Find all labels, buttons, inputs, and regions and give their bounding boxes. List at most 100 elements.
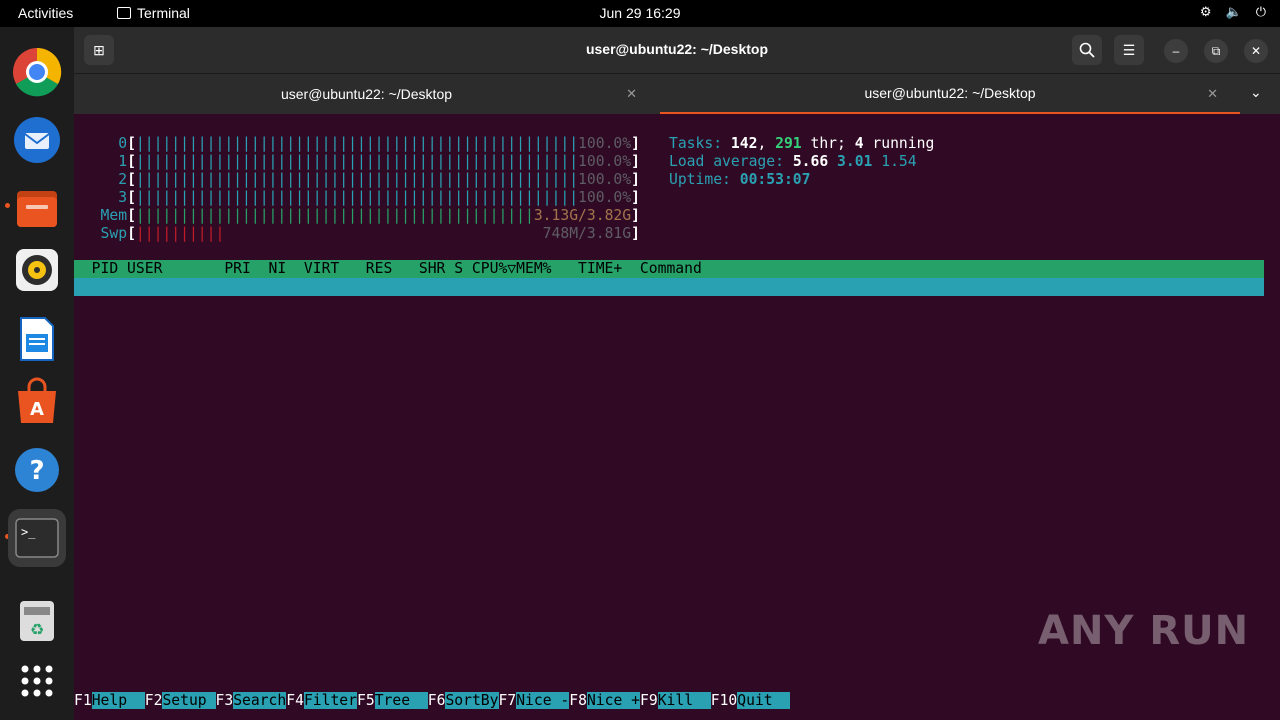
- meter-bracket: ]: [631, 189, 640, 206]
- chrome-icon[interactable]: [12, 47, 62, 97]
- minimize-icon: –: [1172, 44, 1180, 58]
- libreoffice-writer-icon[interactable]: [12, 314, 62, 364]
- help-icon[interactable]: ?: [12, 445, 62, 495]
- app-center-icon[interactable]: A: [12, 377, 62, 427]
- fkey-label[interactable]: Nice -: [516, 692, 570, 709]
- tasks-line: Tasks: 142, 291 thr; 4 running: [669, 135, 935, 152]
- tab-bar: user@ubuntu22: ~/Desktop ✕ user@ubuntu22…: [74, 74, 1280, 114]
- cpu-bar: ||||||||||||||||||||||||||||||||||||||||…: [135, 189, 579, 206]
- cpu-percent: 100.0%: [578, 189, 632, 206]
- swap-label: Swp: [74, 225, 128, 242]
- fkey-f4[interactable]: F4: [286, 692, 304, 709]
- fkey-f8[interactable]: F8: [569, 692, 587, 709]
- fkey-f9[interactable]: F9: [640, 692, 658, 709]
- hamburger-icon: ☰: [1122, 41, 1136, 58]
- mem-label: Mem: [74, 207, 128, 224]
- fkey-label[interactable]: Setup: [162, 692, 216, 709]
- thunderbird-icon[interactable]: [12, 115, 62, 165]
- cpu-percent: 100.0%: [578, 153, 632, 170]
- maximize-icon: ⧉: [1211, 43, 1221, 58]
- power-icon[interactable]: ⏻: [1256, 4, 1266, 20]
- fkey-f2[interactable]: F2: [145, 692, 163, 709]
- cpu-id: 2: [74, 171, 128, 188]
- meter-bracket: [: [127, 225, 136, 242]
- cpu-percent: 100.0%: [578, 171, 632, 188]
- header-text: PID USER PRI NI VIRT RES SHR S CPU%▽MEM%…: [74, 260, 702, 277]
- fkey-f3[interactable]: F3: [216, 692, 234, 709]
- terminal-scrollbar[interactable]: [1264, 114, 1280, 720]
- cpu-meter: 1[||||||||||||||||||||||||||||||||||||||…: [74, 153, 640, 171]
- files-icon[interactable]: [12, 183, 62, 233]
- clock-container: Jun 29 16:29: [0, 5, 1280, 21]
- meter-bracket: [: [127, 207, 136, 224]
- cpu-percent: 100.0%: [578, 135, 632, 152]
- fkey-f5[interactable]: F5: [357, 692, 375, 709]
- fkey-label[interactable]: Search: [233, 692, 287, 709]
- cpu-id: 0: [74, 135, 128, 152]
- close-icon: ✕: [1250, 44, 1262, 58]
- swap-bar: ||||||||||: [135, 225, 225, 242]
- search-button[interactable]: [1072, 35, 1102, 65]
- fkey-label[interactable]: Quit: [737, 692, 791, 709]
- clock[interactable]: Jun 29 16:29: [600, 5, 681, 21]
- tab-close-icon[interactable]: ✕: [626, 86, 637, 102]
- watermark: ANY RUN: [1038, 608, 1250, 654]
- window-titlebar[interactable]: ⊞ user@ubuntu22: ~/Desktop ☰ – ⧉ ✕: [74, 27, 1280, 74]
- rhythmbox-icon[interactable]: [12, 245, 62, 295]
- fkey-f6[interactable]: F6: [428, 692, 446, 709]
- mem-value: 3.13G/3.82G: [533, 207, 632, 224]
- cpu-id: 1: [74, 153, 128, 170]
- fkey-label[interactable]: Tree: [374, 692, 428, 709]
- fkey-f7[interactable]: F7: [499, 692, 517, 709]
- minimize-button[interactable]: –: [1164, 39, 1188, 63]
- network-icon[interactable]: ⚙: [1200, 4, 1212, 20]
- svg-text:?: ?: [29, 456, 44, 486]
- tab-1[interactable]: user@ubuntu22: ~/Desktop ✕: [74, 74, 659, 114]
- cpu-meter: 3[||||||||||||||||||||||||||||||||||||||…: [74, 189, 640, 207]
- system-tray[interactable]: ⚙ 🔈 ⏻: [1200, 4, 1266, 20]
- terminal-icon[interactable]: >_: [8, 509, 66, 567]
- meter-bracket: ]: [631, 135, 640, 152]
- cpu-bar: ||||||||||||||||||||||||||||||||||||||||…: [135, 171, 579, 188]
- uptime-line: Uptime: 00:53:07: [669, 171, 811, 188]
- top-bar: Activities Terminal Jun 29 16:29 ⚙ 🔈 ⏻: [0, 0, 1280, 27]
- svg-text:A: A: [30, 399, 44, 420]
- close-button[interactable]: ✕: [1244, 39, 1268, 63]
- cpu-meter: 0[||||||||||||||||||||||||||||||||||||||…: [74, 135, 640, 153]
- process-table-header[interactable]: PID USER PRI NI VIRT RES SHR S CPU%▽MEM%…: [74, 260, 1264, 278]
- fkey-label[interactable]: Nice +: [586, 692, 640, 709]
- tab-list-chevron-down-icon[interactable]: ⌄: [1250, 84, 1262, 101]
- fkey-label[interactable]: Help: [91, 692, 145, 709]
- search-icon: [1079, 42, 1095, 58]
- dock: A ? >_ ♻: [0, 27, 74, 720]
- mem-meter: Mem[||||||||||||||||||||||||||||||||||||…: [74, 207, 640, 225]
- fkey-f1[interactable]: F1: [74, 692, 92, 709]
- menu-button[interactable]: ☰: [1114, 35, 1144, 65]
- meter-bracket: ]: [631, 207, 640, 224]
- load-average-line: Load average: 5.66 3.01 1.54: [669, 153, 917, 170]
- tab-close-icon[interactable]: ✕: [1207, 86, 1218, 102]
- show-apps-icon[interactable]: [12, 656, 62, 706]
- meter-bracket: ]: [631, 225, 640, 242]
- cpu-id: 3: [74, 189, 128, 206]
- meter-bracket: [: [127, 153, 136, 170]
- cpu-bar: ||||||||||||||||||||||||||||||||||||||||…: [135, 153, 579, 170]
- svg-text:>_: >_: [21, 525, 36, 539]
- volume-icon[interactable]: 🔈: [1226, 4, 1242, 20]
- fkey-label[interactable]: Filter: [303, 692, 357, 709]
- meter-bracket: [: [127, 171, 136, 188]
- fkey-label[interactable]: SortBy: [445, 692, 499, 709]
- meter-bracket: ]: [631, 153, 640, 170]
- maximize-button[interactable]: ⧉: [1204, 39, 1228, 63]
- trash-icon[interactable]: ♻: [12, 595, 62, 645]
- fkey-label[interactable]: Kill: [657, 692, 711, 709]
- swap-value: 748M/3.81G: [224, 225, 632, 242]
- cpu-bar: ||||||||||||||||||||||||||||||||||||||||…: [135, 135, 579, 152]
- function-key-bar: F1Help F2Setup F3SearchF4FilterF5Tree F6…: [74, 692, 1264, 710]
- selected-row-highlight: [74, 278, 1264, 296]
- tab-2[interactable]: user@ubuntu22: ~/Desktop ✕: [660, 74, 1240, 114]
- running-indicator: [5, 203, 10, 208]
- fkey-f10[interactable]: F10: [711, 692, 738, 709]
- meter-bracket: ]: [631, 171, 640, 188]
- swap-meter: Swp[|||||||||| 748M/3.81G]: [74, 225, 640, 243]
